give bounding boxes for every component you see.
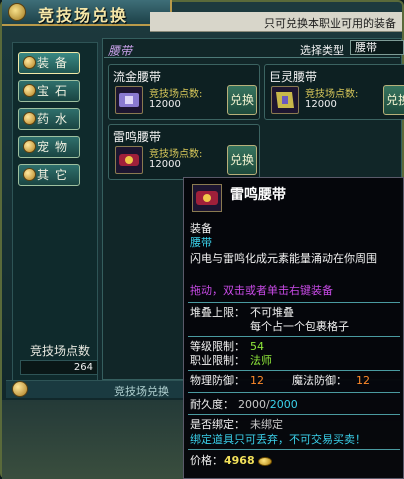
belt-thunder-icon[interactable] (115, 146, 143, 174)
sidebar-item-potions[interactable]: 药水 (18, 108, 80, 130)
belt-gold-icon[interactable] (115, 86, 143, 114)
category-divider (104, 57, 400, 58)
item-points-label: 竞技场点数: (149, 149, 203, 160)
tooltip-kind: 装备 (190, 222, 212, 235)
item-points: 12000 (149, 99, 181, 110)
tooltip-divider (188, 336, 400, 337)
exchange-button[interactable]: 兑换 (227, 145, 257, 175)
tooltip-bind-note: 绑定道具只可丢弃，不可交易买卖！ (190, 433, 366, 446)
tooltip-divider (188, 414, 400, 415)
tooltip-description: 闪电与雷鸣化成元素能量涌动在你周围 (190, 252, 377, 265)
gem-icon (23, 140, 36, 153)
tooltip-level-label: 等级限制： (190, 340, 245, 353)
tooltip-hint: 拖动，双击或者单击右键装备 (190, 284, 333, 297)
gem-icon (23, 112, 36, 125)
tooltip-price-label: 价格： (190, 454, 223, 467)
tooltip-class-value: 法师 (250, 354, 272, 367)
tooltip-divider (188, 370, 400, 371)
tooltip-bind-label: 是否绑定： (190, 418, 245, 431)
durability-current: 2000 (238, 398, 266, 411)
item-points: 12000 (149, 159, 181, 170)
exchange-button[interactable]: 兑换 (383, 85, 404, 115)
tooltip-divider (188, 302, 400, 303)
bottom-bar-text: 竞技场兑换 (114, 385, 169, 398)
tooltip-stack-value: 不可堆叠 (250, 306, 294, 319)
arena-points-label: 竞技场点数 (30, 344, 91, 358)
tooltip-stack-note: 每个占一个包裹格子 (250, 320, 349, 333)
tooltip-mdef-label: 魔法防御： (292, 374, 347, 387)
tooltip-title: 雷鸣腰带 (230, 187, 286, 203)
gem-icon (12, 381, 28, 397)
tooltip-level-value: 54 (250, 340, 264, 353)
title-gem-icon (8, 3, 26, 21)
tooltip-durability-label: 耐久度： (190, 398, 234, 411)
item-card: 流金腰带 竞技场点数: 12000 兑换 (108, 64, 260, 120)
item-tooltip: 雷鸣腰带 装备 腰带 闪电与雷鸣化成元素能量涌动在你周围 拖动，双击或者单击右键… (183, 177, 404, 479)
tooltip-durability: 2000/2000 (238, 398, 298, 412)
tooltip-divider (188, 392, 400, 393)
item-points-label: 竞技场点数: (305, 89, 359, 100)
item-card: 雷鸣腰带 竞技场点数: 12000 兑换 (108, 124, 260, 180)
type-select-dropdown[interactable]: 腰带 (350, 40, 404, 55)
item-points: 12000 (305, 99, 337, 110)
tooltip-class-label: 职业限制： (190, 354, 245, 367)
item-card: 巨灵腰带 竞技场点数: 12000 兑换 (264, 64, 404, 120)
sidebar-item-other[interactable]: 其它 (18, 164, 80, 186)
arena-points-value: 264 (20, 360, 98, 375)
item-points-label: 竞技场点数: (149, 89, 203, 100)
tooltip-mdef-value: 12 (356, 374, 370, 387)
tooltip-bind-value: 未绑定 (250, 418, 283, 431)
exchange-button[interactable]: 兑换 (227, 85, 257, 115)
gem-icon (23, 56, 36, 69)
item-name: 巨灵腰带 (269, 70, 318, 84)
notice-text: 只可兑换本职业可用的装备 (264, 17, 396, 30)
belt-thunder-icon (192, 184, 222, 212)
sidebar-item-pets[interactable]: 宠物 (18, 136, 80, 158)
window-title-tab: 竞技场兑换 (2, 0, 172, 26)
coin-icon (258, 457, 272, 466)
gem-icon (23, 84, 36, 97)
sidebar-item-gems[interactable]: 宝石 (18, 80, 80, 102)
window-title: 竞技场兑换 (38, 6, 129, 25)
type-select-label: 选择类型 (300, 44, 344, 57)
sidebar-item-equipment[interactable]: 装备 (18, 52, 80, 74)
tooltip-price-value: 4968 (224, 454, 255, 467)
tooltip-divider (188, 449, 400, 450)
tooltip-subkind: 腰带 (190, 236, 212, 249)
item-name: 流金腰带 (113, 70, 162, 84)
item-name: 雷鸣腰带 (113, 130, 162, 144)
durability-max: 2000 (269, 398, 298, 411)
tooltip-pdef-value: 12 (250, 374, 264, 387)
belt-giant-icon[interactable] (271, 86, 299, 114)
gem-icon (23, 168, 36, 181)
tooltip-stack-label: 堆叠上限： (190, 306, 245, 319)
tooltip-pdef-label: 物理防御： (190, 374, 245, 387)
notice-bar: 只可兑换本职业可用的装备 (150, 12, 402, 32)
